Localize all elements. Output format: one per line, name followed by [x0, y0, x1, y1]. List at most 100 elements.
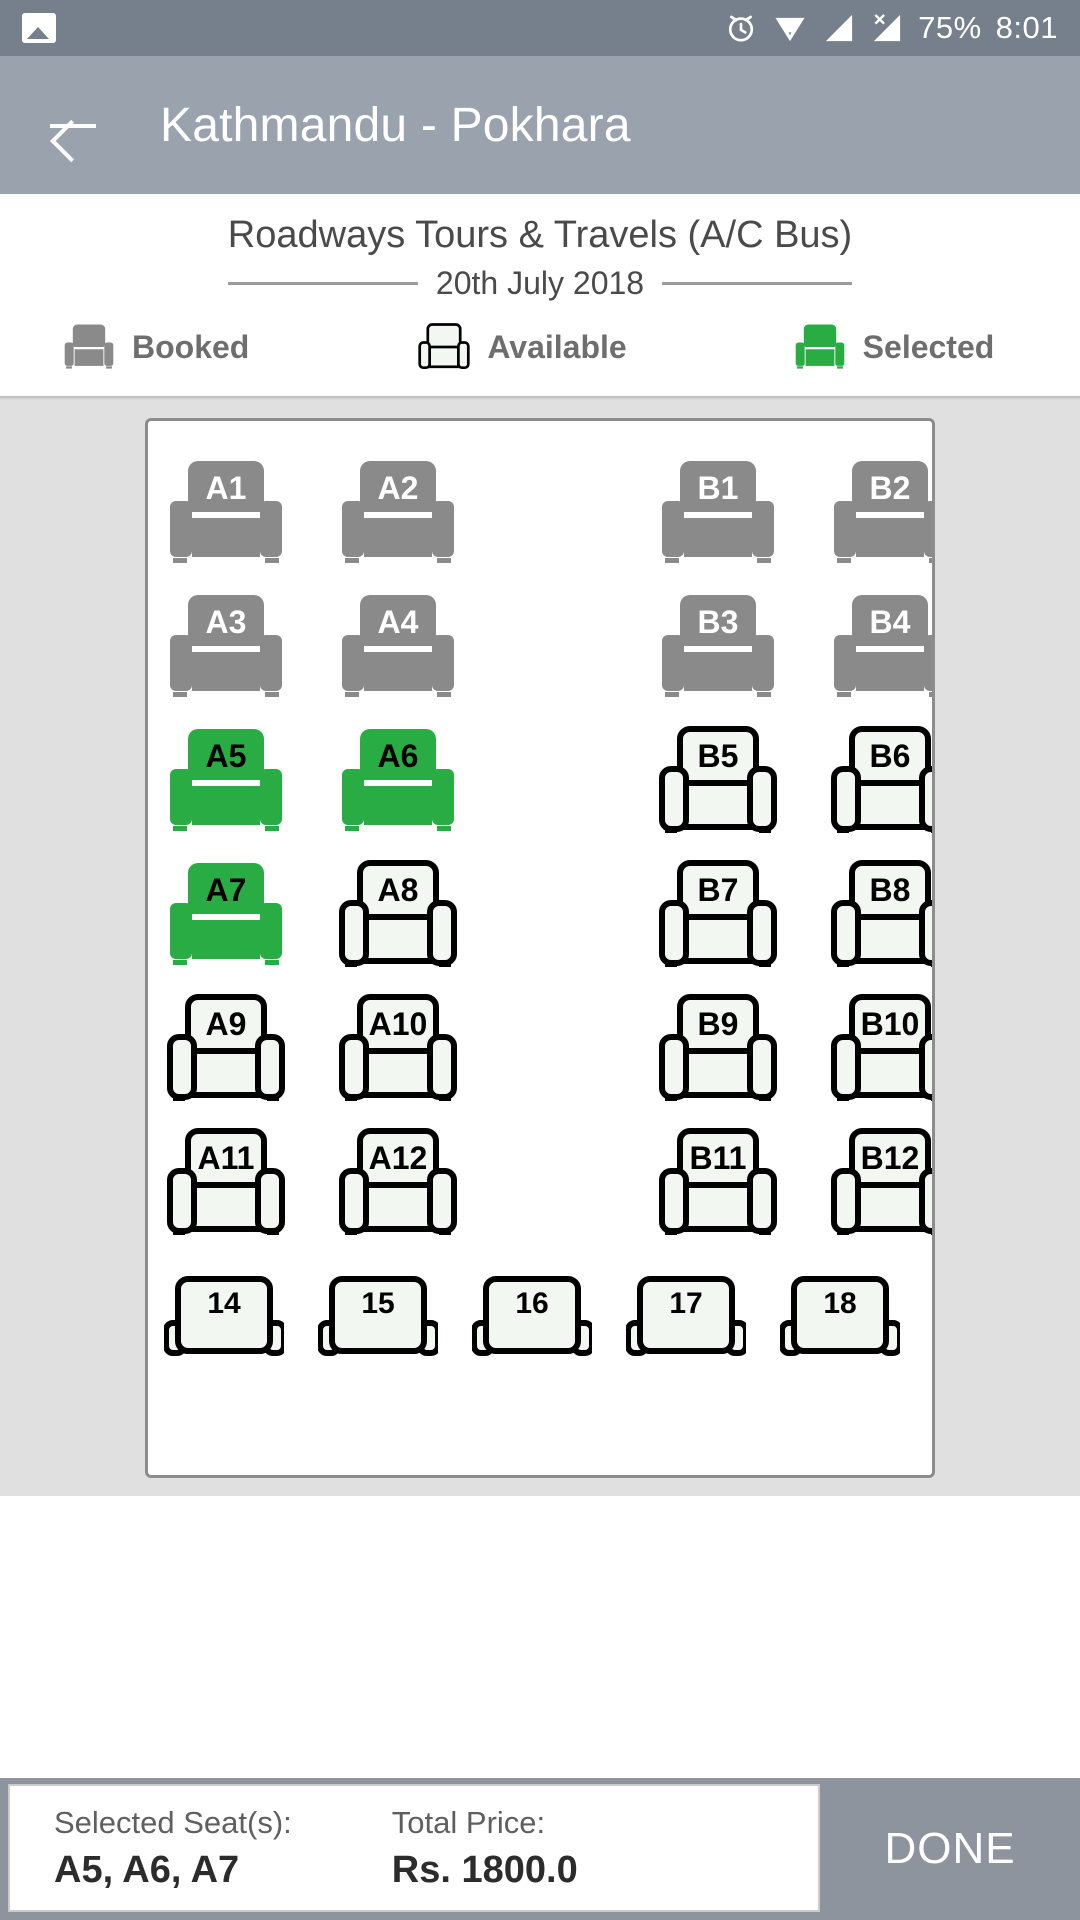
seat-A6[interactable]: A6 [338, 725, 458, 837]
seat-17[interactable]: 17 [626, 1261, 746, 1373]
seat-cell-B1[interactable]: B1 [658, 457, 778, 569]
seat-cell-B10[interactable]: B10 [830, 993, 935, 1105]
seat-cell-A2[interactable]: A2 [338, 457, 458, 569]
seat-cell-B7[interactable]: B7 [658, 859, 778, 971]
seat-cell-A7[interactable]: A7 [166, 859, 286, 971]
seat-row: A1 A2 B1 B2 [148, 457, 932, 591]
back-arrow-icon[interactable] [46, 98, 100, 152]
seat-B4[interactable]: B4 [830, 591, 935, 703]
seat-label: A6 [378, 738, 419, 774]
seat-cell-A10[interactable]: A10 [338, 993, 458, 1105]
seat-cell-B4[interactable]: B4 [830, 591, 935, 703]
seat-label: B12 [861, 1140, 920, 1176]
done-button[interactable]: DONE [820, 1778, 1080, 1920]
seat-cell-A5[interactable]: A5 [166, 725, 286, 837]
image-icon [22, 13, 56, 43]
seat-selected-icon [795, 324, 844, 369]
seat-A11[interactable]: A11 [166, 1127, 286, 1239]
legend-item-available: Available [417, 320, 627, 374]
seat-cell-B5[interactable]: B5 [658, 725, 778, 837]
seat-A2[interactable]: A2 [338, 457, 458, 569]
seat-18[interactable]: 18 [780, 1261, 900, 1373]
seat-cell-17[interactable]: 17 [626, 1261, 746, 1373]
seat-B5[interactable]: B5 [658, 725, 778, 837]
seat-B3[interactable]: B3 [658, 591, 778, 703]
seat-16[interactable]: 16 [472, 1261, 592, 1373]
seat-label: B5 [698, 738, 739, 774]
wifi-icon [775, 17, 805, 42]
seat-B12[interactable]: B12 [830, 1127, 935, 1239]
legend-label-selected: Selected [862, 328, 995, 365]
legend-label-available: Available [487, 328, 627, 365]
seat-cell-B6[interactable]: B6 [830, 725, 935, 837]
seat-cell-B3[interactable]: B3 [658, 591, 778, 703]
seat-label: B6 [870, 738, 911, 774]
seat-cell-16[interactable]: 16 [472, 1261, 592, 1373]
seat-B1[interactable]: B1 [658, 457, 778, 569]
journey-date: 20th July 2018 [435, 265, 645, 301]
seat-cell-A6[interactable]: A6 [338, 725, 458, 837]
seat-cell-A11[interactable]: A11 [166, 1127, 286, 1239]
seat-cell-A1[interactable]: A1 [166, 457, 286, 569]
seat-row: A11 A12 B11 B12 [148, 1127, 932, 1261]
divider-right [662, 282, 853, 285]
seat-A7[interactable]: A7 [166, 859, 286, 971]
seat-B10[interactable]: B10 [830, 993, 935, 1105]
seat-cell-15[interactable]: 15 [318, 1261, 438, 1373]
page-title: Kathmandu - Pokhara [160, 98, 631, 152]
seat-A4[interactable]: A4 [338, 591, 458, 703]
seat-label: A4 [378, 604, 419, 640]
seat-cell-A3[interactable]: A3 [166, 591, 286, 703]
seat-cell-B9[interactable]: B9 [658, 993, 778, 1105]
seat-15[interactable]: 15 [318, 1261, 438, 1373]
seat-A10[interactable]: A10 [338, 993, 458, 1105]
total-price-value: Rs. 1800.0 [391, 1848, 578, 1891]
seat-A5[interactable]: A5 [166, 725, 286, 837]
seat-cell-B12[interactable]: B12 [830, 1127, 935, 1239]
seat-label: B4 [870, 604, 911, 640]
seat-B9[interactable]: B9 [658, 993, 778, 1105]
seat-cell-A12[interactable]: A12 [338, 1127, 458, 1239]
seat-cell-B8[interactable]: B8 [830, 859, 935, 971]
booking-footer: Selected Seat(s): A5, A6, A7 Total Price… [0, 1778, 1080, 1920]
seat-label: A7 [206, 872, 247, 908]
seat-label: A11 [198, 1140, 255, 1176]
divider-left [227, 282, 418, 285]
seat-B2[interactable]: B2 [830, 457, 935, 569]
seat-label: B7 [698, 872, 739, 908]
seat-B8[interactable]: B8 [830, 859, 935, 971]
seat-A9[interactable]: A9 [166, 993, 286, 1105]
seat-cell-A9[interactable]: A9 [166, 993, 286, 1105]
seat-label: 16 [515, 1287, 548, 1320]
selected-seats-value: A5, A6, A7 [54, 1848, 240, 1891]
selected-seats-block: Selected Seat(s): A5, A6, A7 [10, 1805, 292, 1892]
seat-cell-A8[interactable]: A8 [338, 859, 458, 971]
bus-operator-name: Roadways Tours & Travels (A/C Bus) [227, 214, 853, 256]
header-shadow [0, 396, 1080, 400]
total-price-label: Total Price: [391, 1804, 546, 1840]
seat-label: B8 [870, 872, 911, 908]
legend-item-booked: Booked [62, 320, 249, 374]
seat-cell-B2[interactable]: B2 [830, 457, 935, 569]
seat-cell-18[interactable]: 18 [780, 1261, 900, 1373]
seat-A8[interactable]: A8 [338, 859, 458, 971]
seat-label: B11 [690, 1140, 747, 1176]
seatmap-stage: A1 A2 B1 B2 A3 A4 B3 B4 A5 A6 B5 B6 A7 A8 B7 B8 A9 A10 B9 B… [0, 396, 1080, 1496]
bus-info-header: Roadways Tours & Travels (A/C Bus) 20th … [0, 194, 1080, 396]
seat-label: B10 [861, 1006, 920, 1042]
journey-date-row: 20th July 2018 [0, 259, 1080, 306]
seat-B7[interactable]: B7 [658, 859, 778, 971]
seat-cell-B11[interactable]: B11 [658, 1127, 778, 1239]
seat-A3[interactable]: A3 [166, 591, 286, 703]
signal-icon [826, 14, 853, 42]
seat-cell-14[interactable]: 14 [164, 1261, 284, 1373]
seat-A1[interactable]: A1 [166, 457, 286, 569]
footer-summary: Selected Seat(s): A5, A6, A7 Total Price… [8, 1784, 820, 1912]
seat-14[interactable]: 14 [164, 1261, 284, 1373]
seat-label: A2 [378, 470, 419, 506]
seat-B11[interactable]: B11 [658, 1127, 778, 1239]
seat-label: 17 [669, 1287, 702, 1320]
seat-B6[interactable]: B6 [830, 725, 935, 837]
seat-cell-A4[interactable]: A4 [338, 591, 458, 703]
seat-A12[interactable]: A12 [338, 1127, 458, 1239]
